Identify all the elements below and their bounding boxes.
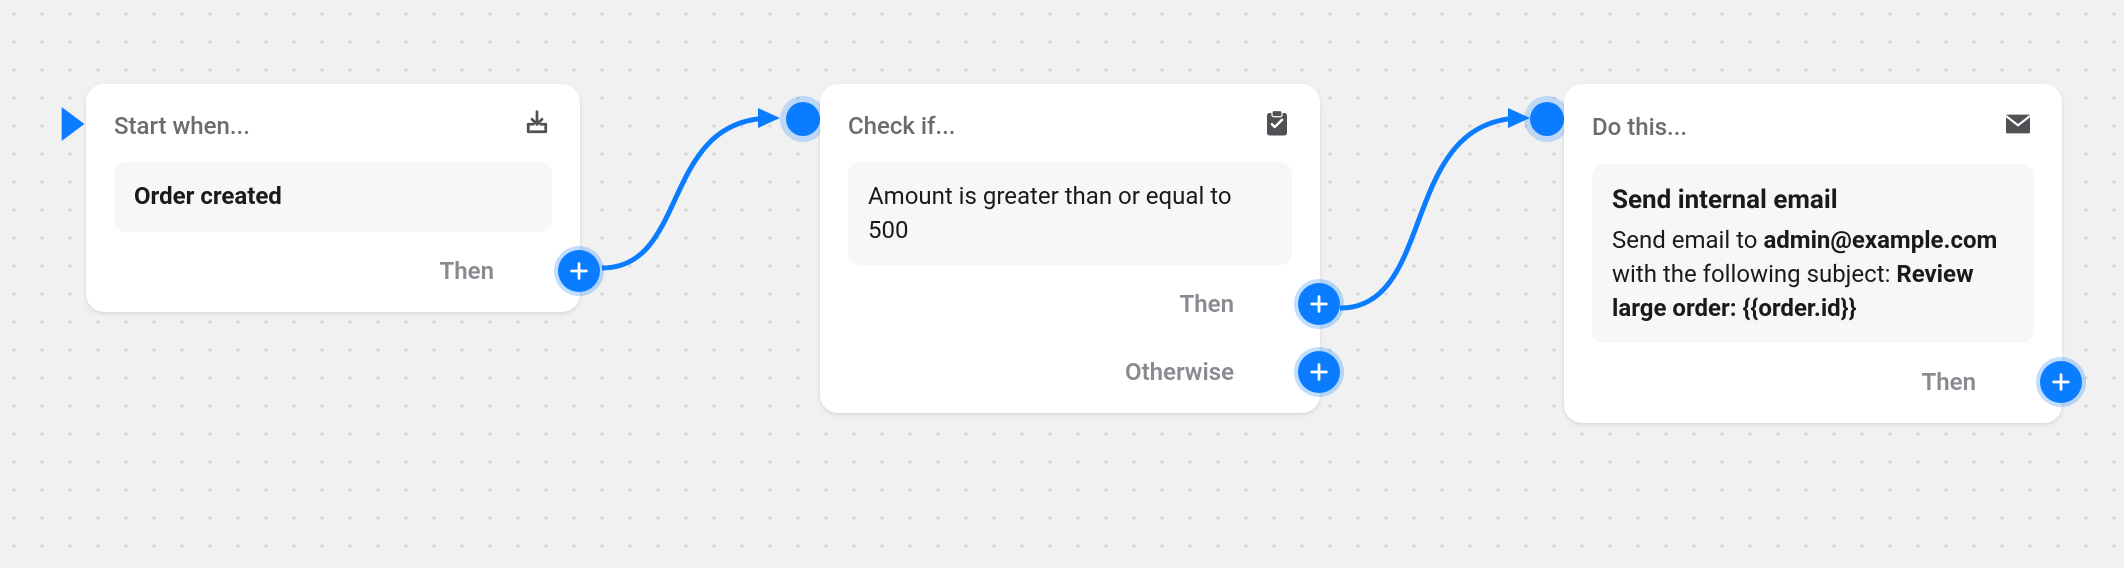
trigger-header-label: Start when...	[114, 112, 250, 140]
action-title: Send internal email	[1612, 182, 2014, 218]
inbox-icon	[522, 108, 552, 144]
condition-body: Amount is greater than or equal to 500	[848, 162, 1292, 265]
add-step-button-then[interactable]	[1298, 283, 1340, 325]
connector-trigger-to-condition	[600, 100, 820, 300]
outlet-then-label: Then	[1922, 368, 1976, 396]
action-email: admin@example.com	[1763, 226, 1997, 254]
action-node[interactable]: Do this... Send internal email Send emai…	[1564, 84, 2062, 423]
action-header-label: Do this...	[1592, 113, 1687, 141]
mail-icon	[2002, 108, 2034, 146]
action-desc-pre: Send email to	[1612, 226, 1763, 254]
trigger-body: Order created	[114, 162, 552, 232]
outlet-then-label: Then	[440, 257, 494, 285]
condition-header-label: Check if...	[848, 112, 955, 140]
add-step-button[interactable]	[2040, 361, 2082, 403]
add-step-button[interactable]	[558, 250, 600, 292]
action-entry-dot	[1530, 102, 1564, 136]
condition-entry-dot	[786, 102, 820, 136]
add-step-button-otherwise[interactable]	[1298, 351, 1340, 393]
action-desc-post: with the following subject:	[1612, 260, 1896, 288]
condition-node[interactable]: Check if... Amount is greater than or eq…	[820, 84, 1320, 413]
condition-text: Amount is greater than or equal to 500	[868, 182, 1232, 244]
trigger-title: Order created	[134, 182, 282, 210]
outlet-then-label: Then	[1180, 290, 1234, 318]
connector-condition-to-action	[1338, 100, 1568, 340]
trigger-node[interactable]: Start when... Order created Then	[86, 84, 580, 312]
outlet-otherwise-label: Otherwise	[1125, 358, 1234, 386]
action-body: Send internal email Send email to admin@…	[1592, 164, 2034, 343]
checklist-icon	[1262, 108, 1292, 144]
flow-start-arrow	[56, 104, 90, 148]
